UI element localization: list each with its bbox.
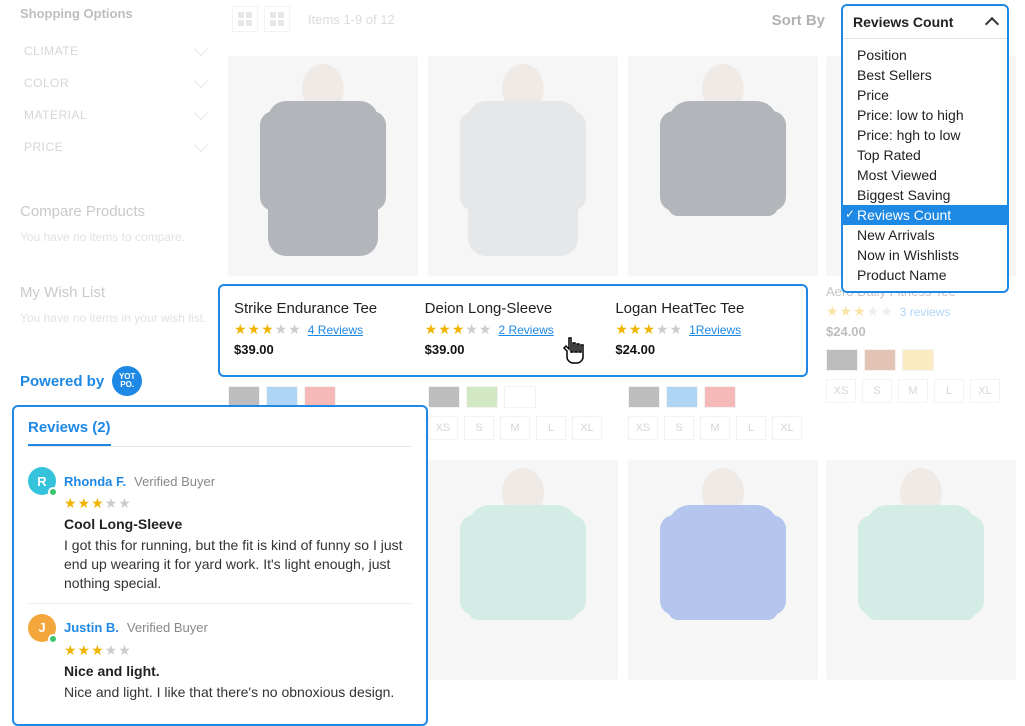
product-summary: Strike Endurance Tee ★★★★★ 4 Reviews $39… <box>234 300 411 357</box>
review-title: Cool Long-Sleeve <box>64 516 412 532</box>
reviews-link[interactable]: 2 Reviews <box>498 323 553 337</box>
review-item: J Justin B. Verified Buyer ★★★★★ Nice and li… <box>28 603 412 712</box>
verified-buyer: Verified Buyer <box>127 620 208 635</box>
verified-buyer: Verified Buyer <box>134 474 215 489</box>
sort-selected-label: Reviews Count <box>853 14 953 30</box>
sort-selected[interactable]: Reviews Count <box>843 6 1007 39</box>
sort-option[interactable]: Price: low to high <box>843 105 1007 125</box>
sort-option[interactable]: Biggest Saving <box>843 185 1007 205</box>
review-body: Nice and light. I like that there's no o… <box>64 683 412 702</box>
price: $39.00 <box>234 342 411 357</box>
chevron-up-icon <box>985 17 999 31</box>
sort-option[interactable]: Product Name <box>843 265 1007 285</box>
product-name: Logan HeatTec Tee <box>615 300 792 317</box>
cursor-pointer-icon <box>562 334 594 370</box>
powered-by: Powered by YOTPO. <box>20 366 142 396</box>
avatar: R <box>28 467 56 495</box>
reviews-list: R Rhonda F. Verified Buyer ★★★★★ Cool Long-S… <box>28 457 412 712</box>
star-rating: ★★★★★ <box>64 642 412 659</box>
powered-by-label: Powered by <box>20 373 104 390</box>
reviews-panel: Reviews (2) R Rhonda F. Verified Buyer ★★★★… <box>12 405 428 726</box>
reviews-tab[interactable]: Reviews (2) <box>28 419 111 446</box>
yotpo-logo-icon: YOTPO. <box>112 366 142 396</box>
reviews-link[interactable]: 4 Reviews <box>308 323 363 337</box>
sort-option[interactable]: Position <box>843 45 1007 65</box>
reviewer-name: Justin B. <box>64 620 119 635</box>
product-hover-card: Strike Endurance Tee ★★★★★ 4 Reviews $39… <box>218 284 808 377</box>
product-summary: Logan HeatTec Tee ★★★★★ 1Reviews $24.00 <box>615 300 792 357</box>
review-title: Nice and light. <box>64 663 412 679</box>
sort-option[interactable]: Top Rated <box>843 145 1007 165</box>
product-name: Deion Long-Sleeve <box>425 300 602 317</box>
sort-option[interactable]: New Arrivals <box>843 225 1007 245</box>
sort-option[interactable]: Price: hgh to low <box>843 125 1007 145</box>
star-rating: ★★★★★ <box>615 321 683 338</box>
sort-option[interactable]: Now in Wishlists <box>843 245 1007 265</box>
sort-option[interactable]: Most Viewed <box>843 165 1007 185</box>
reviews-link[interactable]: 1Reviews <box>689 323 741 337</box>
review-body: I got this for running, but the fit is k… <box>64 536 412 593</box>
sort-option[interactable]: Reviews Count <box>843 205 1007 225</box>
sort-options: PositionBest SellersPricePrice: low to h… <box>843 39 1007 291</box>
star-rating: ★★★★★ <box>234 321 302 338</box>
product-name: Strike Endurance Tee <box>234 300 411 317</box>
sort-option[interactable]: Best Sellers <box>843 65 1007 85</box>
sort-dropdown[interactable]: Reviews Count PositionBest SellersPriceP… <box>841 4 1009 293</box>
reviewer-name: Rhonda F. <box>64 474 126 489</box>
star-rating: ★★★★★ <box>425 321 493 338</box>
star-rating: ★★★★★ <box>64 495 412 512</box>
price: $24.00 <box>615 342 792 357</box>
review-item: R Rhonda F. Verified Buyer ★★★★★ Cool Long-S… <box>28 457 412 603</box>
avatar: J <box>28 614 56 642</box>
sort-option[interactable]: Price <box>843 85 1007 105</box>
